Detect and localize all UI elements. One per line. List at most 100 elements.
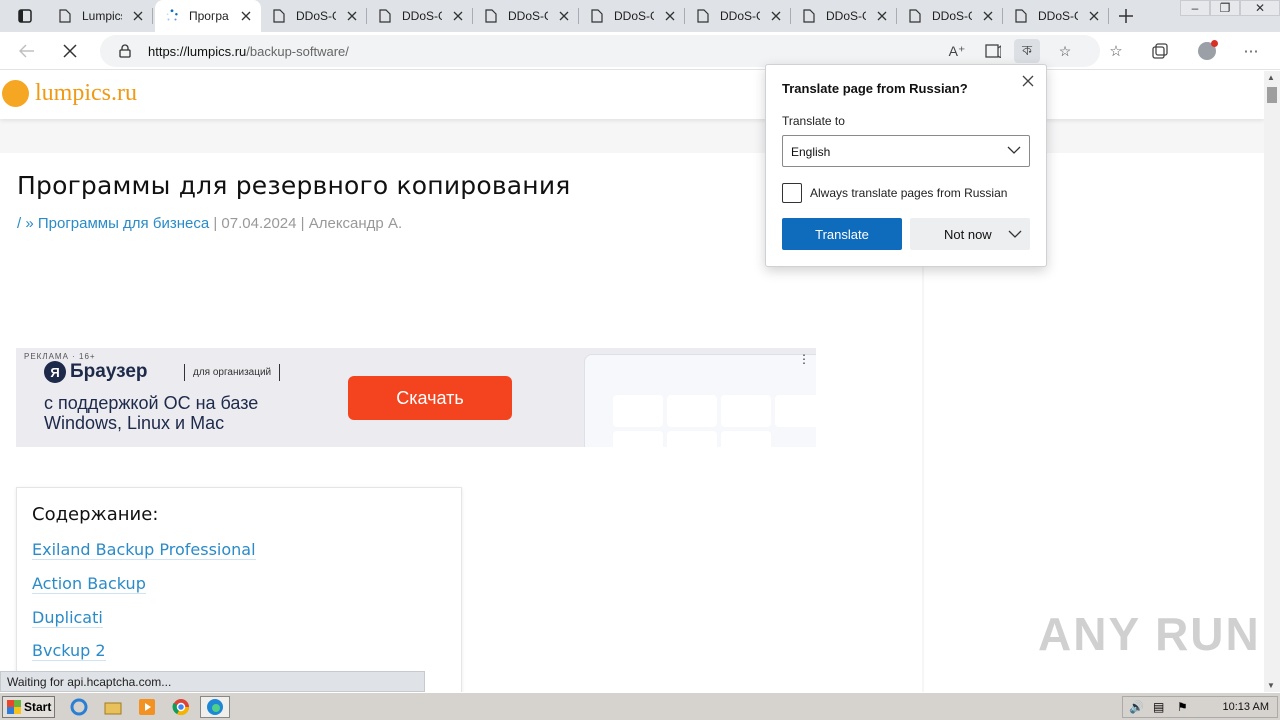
more-icon: ⋯ [1243, 43, 1259, 60]
url-text: https://lumpics.ru/backup-software/ [148, 44, 349, 59]
toc-title: Содержание: [32, 504, 159, 525]
ad-tile [721, 395, 771, 427]
orange-logo-icon[interactable] [2, 80, 29, 107]
tab-actions-button[interactable] [8, 5, 42, 27]
page-icon [272, 8, 286, 24]
close-tab-icon[interactable] [345, 9, 359, 23]
tab-programs-active[interactable]: Програ [155, 0, 261, 32]
tab-title: DDoS-G [296, 9, 336, 23]
collections-button[interactable] [1147, 39, 1173, 63]
article-meta: / » Программы для бизнеса | 07.04.2024 |… [17, 215, 403, 232]
ad-menu-icon[interactable]: ⋮ [798, 352, 810, 366]
lock-icon[interactable] [112, 39, 138, 63]
vertical-scrollbar[interactable]: ▲ ▼ [1264, 71, 1280, 692]
breadcrumb-category-link[interactable]: Программы для бизнеса [38, 215, 209, 232]
close-tab-icon[interactable] [981, 9, 995, 23]
tab-title: Програ [189, 9, 229, 23]
page-icon [908, 8, 922, 24]
chevron-down-icon [1007, 144, 1021, 158]
volume-icon[interactable]: 🔊 [1129, 700, 1144, 714]
tab-title: DDoS-G [508, 9, 548, 23]
close-tab-icon[interactable] [663, 9, 677, 23]
tab-ddos-1[interactable]: DDoS-G [262, 0, 367, 32]
settings-menu-button[interactable]: ⋯ [1238, 39, 1264, 63]
edge-icon[interactable] [200, 696, 230, 718]
language-select[interactable]: English [782, 135, 1030, 167]
not-now-button[interactable]: Not now [910, 218, 1030, 250]
toc-link[interactable]: Action Backup [32, 574, 146, 594]
avatar-icon [1198, 40, 1218, 60]
tab-title: DDoS-G [932, 9, 972, 23]
new-tab-button[interactable] [1114, 4, 1138, 28]
ad-brand: Я Браузер [44, 361, 148, 383]
close-tab-icon[interactable] [769, 9, 783, 23]
close-tab-icon[interactable] [451, 9, 465, 23]
ad-text-line: с поддержкой ОС на базе [44, 393, 259, 413]
immersive-reader-icon[interactable] [980, 39, 1006, 63]
page-icon [378, 8, 392, 24]
toc-link[interactable]: Bvckup 2 [32, 641, 106, 661]
close-tab-icon[interactable] [239, 9, 253, 23]
table-of-contents: Содержание: Exiland Backup Professional … [16, 487, 462, 692]
scroll-down-icon[interactable]: ▼ [1267, 681, 1275, 690]
ad-tile [721, 431, 771, 447]
translate-icon[interactable]: ক [1014, 39, 1040, 63]
favorites-button[interactable]: ☆ [1103, 39, 1129, 63]
minimize-button[interactable]: – [1180, 0, 1210, 16]
always-translate-label[interactable]: Always translate pages from Russian [810, 186, 1007, 200]
ad-brand-name: Браузер [70, 361, 148, 382]
ad-banner[interactable]: РЕКЛАМА · 16+ Я Браузер для организаций с… [16, 348, 816, 447]
tab-ddos-4[interactable]: DDoS-G [580, 0, 685, 32]
restore-button[interactable]: ❐ [1210, 0, 1240, 16]
toc-link[interactable]: Exiland Backup Professional [32, 540, 256, 560]
media-player-icon[interactable] [136, 697, 158, 717]
read-aloud-icon[interactable]: A⁺ [944, 39, 970, 63]
back-button[interactable] [14, 39, 40, 63]
ad-tile [667, 395, 717, 427]
ie-icon[interactable] [68, 697, 90, 717]
network-icon[interactable]: ▤ [1153, 700, 1164, 714]
always-translate-checkbox[interactable] [782, 183, 802, 203]
ad-browser-screenshot [584, 354, 816, 447]
start-button[interactable]: Start [2, 696, 55, 718]
scroll-thumb[interactable] [1267, 87, 1277, 103]
chrome-icon[interactable] [170, 697, 192, 717]
clock[interactable]: 10:13 AM [1223, 701, 1269, 713]
ad-label: РЕКЛАМА · 16+ [24, 352, 96, 361]
ad-tile [613, 431, 663, 447]
scroll-up-icon[interactable]: ▲ [1267, 73, 1275, 82]
tab-lumpics[interactable]: Lumpics [48, 0, 153, 32]
flag-icon[interactable]: ⚑ [1177, 700, 1188, 714]
status-bar: Waiting for api.hcaptcha.com... [0, 671, 425, 692]
ad-text-line: Windows, Linux и Mac [44, 413, 225, 433]
tab-title: DDoS-G [720, 9, 760, 23]
address-bar[interactable]: https://lumpics.ru/backup-software/ A⁺ ক… [100, 35, 1100, 67]
profile-button[interactable] [1194, 39, 1220, 63]
tab-ddos-2[interactable]: DDoS-G [368, 0, 473, 32]
explorer-icon[interactable] [102, 697, 124, 717]
tab-ddos-8[interactable]: DDoS-G [1004, 0, 1109, 32]
translate-popup: Translate page from Russian? Translate t… [765, 64, 1047, 267]
start-label: Start [24, 700, 52, 714]
ad-download-button[interactable]: Скачать [348, 376, 512, 420]
popup-close-button[interactable] [1020, 73, 1036, 89]
close-tab-icon[interactable] [131, 9, 145, 23]
close-tab-icon[interactable] [557, 9, 571, 23]
chevron-down-icon[interactable] [1008, 227, 1022, 242]
toc-link[interactable]: Duplicati [32, 608, 103, 628]
tab-ddos-7[interactable]: DDoS-G [898, 0, 1003, 32]
article-author: Александр А. [308, 215, 403, 232]
window-close-button[interactable]: ✕ [1240, 0, 1280, 16]
close-tab-icon[interactable] [1087, 9, 1101, 23]
tab-ddos-6[interactable]: DDoS-G [792, 0, 897, 32]
add-favorite-icon[interactable]: ☆ [1052, 39, 1078, 63]
translate-button[interactable]: Translate [782, 218, 902, 250]
page-title: Программы для резервного копирования [17, 171, 571, 200]
tab-actions-icon [18, 9, 32, 23]
tab-ddos-5[interactable]: DDoS-G [686, 0, 791, 32]
tab-ddos-3[interactable]: DDoS-G [474, 0, 579, 32]
stop-button[interactable] [57, 39, 83, 63]
tab-title: DDoS-G [614, 9, 654, 23]
site-logo[interactable]: lumpics.ru [35, 80, 137, 107]
close-tab-icon[interactable] [875, 9, 889, 23]
